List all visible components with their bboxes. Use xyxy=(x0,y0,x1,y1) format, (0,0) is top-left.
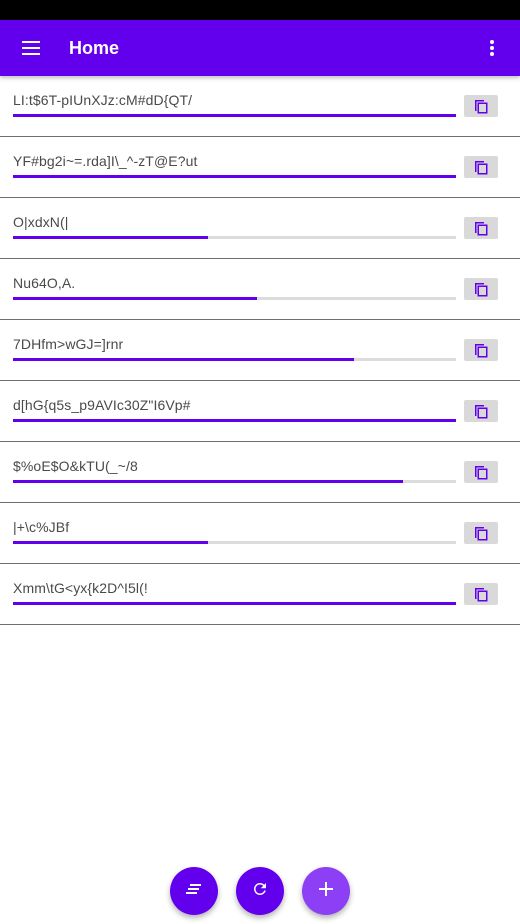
password-text: O|xdxN(| xyxy=(13,214,69,230)
password-text: Xmm\tG<yx{k2D^I5l(! xyxy=(13,580,148,596)
sort-button[interactable] xyxy=(170,867,218,915)
list-item[interactable]: d[hG{q5s_p9AVIc30Z"I6Vp# xyxy=(0,381,520,442)
strength-bar-fill xyxy=(13,236,208,239)
list-item[interactable]: YF#bg2i~=.rda]I\_^-zT@E?ut xyxy=(0,137,520,198)
copy-button[interactable] xyxy=(464,522,498,544)
password-list: LI:t$6T-pIUnXJz:cM#dD{QT/YF#bg2i~=.rda]I… xyxy=(0,76,520,625)
strength-bar xyxy=(13,175,456,178)
copy-button[interactable] xyxy=(464,461,498,483)
password-text: d[hG{q5s_p9AVIc30Z"I6Vp# xyxy=(13,397,191,413)
copy-button[interactable] xyxy=(464,217,498,239)
list-item[interactable]: Nu64O,A. xyxy=(0,259,520,320)
page-title: Home xyxy=(69,38,120,58)
strength-bar xyxy=(13,480,456,483)
list-item[interactable]: 7DHfm>wGJ=]rnr xyxy=(0,320,520,381)
strength-bar xyxy=(13,297,456,300)
copy-button[interactable] xyxy=(464,583,498,605)
content-copy-icon xyxy=(474,342,488,358)
content-copy-icon xyxy=(474,403,488,419)
add-button[interactable] xyxy=(302,867,350,915)
copy-button[interactable] xyxy=(464,95,498,117)
content-copy-icon xyxy=(474,98,488,114)
strength-bar xyxy=(13,602,456,605)
strength-bar-fill xyxy=(13,419,456,422)
strength-bar xyxy=(13,541,456,544)
more-vert-icon[interactable] xyxy=(480,36,504,60)
hamburger-menu-icon[interactable] xyxy=(18,36,44,60)
strength-bar-fill xyxy=(13,297,257,300)
strength-bar-fill xyxy=(13,602,456,605)
content-copy-icon xyxy=(474,525,488,541)
password-text: LI:t$6T-pIUnXJz:cM#dD{QT/ xyxy=(13,92,193,108)
sort-icon xyxy=(186,882,202,900)
strength-bar-fill xyxy=(13,480,403,483)
content-copy-icon xyxy=(474,159,488,175)
strength-bar-fill xyxy=(13,358,355,361)
copy-button[interactable] xyxy=(464,278,498,300)
refresh-button[interactable] xyxy=(236,867,284,915)
list-item[interactable]: $%oE$O&kTU(_~/8 xyxy=(0,442,520,503)
strength-bar-fill xyxy=(13,114,456,117)
strength-bar-fill xyxy=(13,175,456,178)
copy-button[interactable] xyxy=(464,400,498,422)
strength-bar xyxy=(13,358,456,361)
password-text: $%oE$O&kTU(_~/8 xyxy=(13,458,138,474)
strength-bar xyxy=(13,114,456,117)
list-item[interactable]: Xmm\tG<yx{k2D^I5l(! xyxy=(0,564,520,625)
content-copy-icon xyxy=(474,586,488,602)
add-icon xyxy=(319,881,333,901)
password-text: |+\c%JBf xyxy=(13,519,70,535)
status-bar xyxy=(0,0,520,20)
refresh-icon xyxy=(251,880,269,903)
list-item[interactable]: |+\c%JBf xyxy=(0,503,520,564)
content-copy-icon xyxy=(474,464,488,480)
copy-button[interactable] xyxy=(464,339,498,361)
copy-button[interactable] xyxy=(464,156,498,178)
content-copy-icon xyxy=(474,281,488,297)
password-text: 7DHfm>wGJ=]rnr xyxy=(13,336,124,352)
list-item[interactable]: LI:t$6T-pIUnXJz:cM#dD{QT/ xyxy=(0,76,520,137)
content-copy-icon xyxy=(474,220,488,236)
app-bar: Home xyxy=(0,20,520,76)
strength-bar xyxy=(13,419,456,422)
password-text: YF#bg2i~=.rda]I\_^-zT@E?ut xyxy=(13,153,198,169)
list-item[interactable]: O|xdxN(| xyxy=(0,198,520,259)
strength-bar xyxy=(13,236,456,239)
password-text: Nu64O,A. xyxy=(13,275,76,291)
strength-bar-fill xyxy=(13,541,208,544)
